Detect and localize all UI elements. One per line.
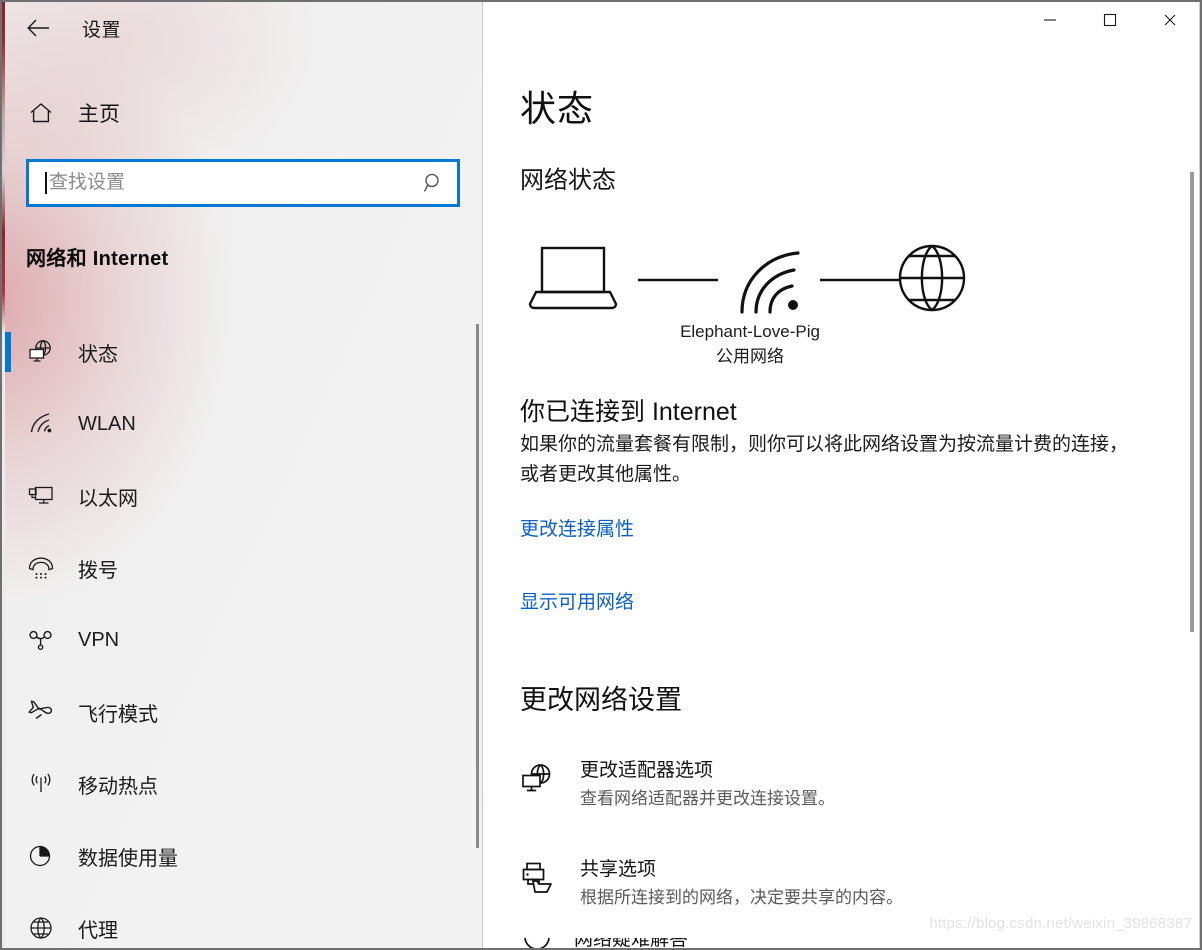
connected-heading: 你已连接到 Internet [520,398,737,426]
sidebar-item-label: 移动热点 [78,775,158,798]
setting-change-adapter-options[interactable]: 更改适配器选项 查看网络适配器并更改连接设置。 [520,758,1160,811]
troubleshoot-icon [520,938,554,948]
airplane-icon [20,698,62,726]
ethernet-icon [20,482,62,510]
dialup-phone-icon [20,554,62,582]
search-input[interactable] [47,162,411,204]
network-type: 公用网络 [716,346,784,366]
wifi-signal-icon [740,251,800,314]
sidebar-item-label: 代理 [78,919,118,942]
home-icon [20,100,62,126]
maximize-icon [1102,12,1118,33]
setting-description: 根据所连接到的网络，决定要共享的内容。 [580,887,903,907]
sidebar: 设置 主页 网络和 Internet [2,2,483,948]
sidebar-nav-list: 状态 WLAN 以太网 拨号 VPN 飞行模式 移动热点 数据使用量 代理 [2,316,483,948]
sidebar-item-label: 飞行模式 [78,703,158,726]
sidebar-item-home[interactable]: 主页 [2,90,483,136]
minimize-icon [1042,12,1058,33]
setting-partial-label: 网络疑难解答 [574,938,688,948]
sidebar-item-wlan[interactable]: WLAN [2,388,483,460]
main-scrollbar[interactable] [1190,172,1194,632]
search-icon[interactable] [411,172,457,194]
back-button[interactable] [16,8,62,48]
network-ssid: Elephant-Love-Pig [680,322,820,341]
sharing-options-icon [520,857,574,900]
sidebar-item-vpn[interactable]: VPN [2,604,483,676]
connected-description: 如果你的流量套餐有限制，则你可以将此网络设置为按流量计费的连接，或者更改其他属性… [520,434,1129,486]
sidebar-item-dialup[interactable]: 拨号 [2,532,483,604]
laptop-icon [528,246,618,310]
close-button[interactable] [1140,2,1200,42]
setting-title: 更改适配器选项 [580,760,714,781]
title-bar-left: 设置 [2,2,483,54]
hotspot-icon [20,770,62,798]
window-controls [1020,2,1200,48]
setting-description: 查看网络适配器并更改连接设置。 [580,788,835,808]
sidebar-item-label: 拨号 [78,559,118,582]
sidebar-scrollbar[interactable] [476,324,479,848]
sidebar-item-proxy[interactable]: 代理 [2,892,483,948]
sidebar-item-mobile-hotspot[interactable]: 移动热点 [2,748,483,820]
sidebar-item-label: WLAN [78,412,136,435]
network-status-heading: 网络状态 [520,167,616,194]
change-connection-properties-link[interactable]: 更改连接属性 [520,514,634,541]
network-diagram-labels: Elephant-Love-Pig 公用网络 [520,320,980,369]
sidebar-item-label: VPN [78,628,120,651]
search-box[interactable] [26,159,460,207]
network-status-icon [20,338,62,366]
page-title: 状态 [520,88,595,129]
globe-icon [20,914,62,942]
wifi-icon [20,410,62,438]
show-available-networks-link[interactable]: 显示可用网络 [520,587,634,614]
sidebar-item-label: 以太网 [78,487,138,510]
sidebar-section-title: 网络和 Internet [26,248,169,270]
change-network-settings-heading: 更改网络设置 [520,685,682,715]
back-arrow-icon [25,16,53,40]
sidebar-item-label: 状态 [78,343,118,366]
main-scroll-area: 状态 网络状态 Elephant-Love-Pig 公用网络 你已连接到 Int… [484,2,1200,948]
sidebar-item-status[interactable]: 状态 [2,316,483,388]
sidebar-item-label: 数据使用量 [78,847,178,870]
close-icon [1162,12,1178,33]
vpn-key-icon [20,626,62,654]
main-content: 状态 网络状态 Elephant-Love-Pig 公用网络 你已连接到 Int… [484,2,1200,948]
main-right-edge [1199,2,1200,948]
globe-icon [898,244,966,312]
sidebar-item-data-usage[interactable]: 数据使用量 [2,820,483,892]
network-settings-list: 更改适配器选项 查看网络适配器并更改连接设置。 共享选项 根据所连接到的网络，决… [520,758,1160,948]
setting-partial-below-fold[interactable]: 网络疑难解答 [520,938,920,948]
minimize-button[interactable] [1020,2,1080,42]
adapter-options-icon [520,758,574,801]
sidebar-item-airplane-mode[interactable]: 飞行模式 [2,676,483,748]
data-usage-pie-icon [20,842,62,870]
setting-sharing-options[interactable]: 共享选项 根据所连接到的网络，决定要共享的内容。 [520,857,1160,910]
maximize-button[interactable] [1080,2,1140,42]
setting-title: 共享选项 [580,859,657,881]
sidebar-item-home-label: 主页 [78,103,120,126]
window-title: 设置 [82,19,122,41]
selection-indicator [5,332,11,372]
settings-window: 设置 主页 网络和 Internet [0,0,1202,950]
sidebar-item-ethernet[interactable]: 以太网 [2,460,483,532]
